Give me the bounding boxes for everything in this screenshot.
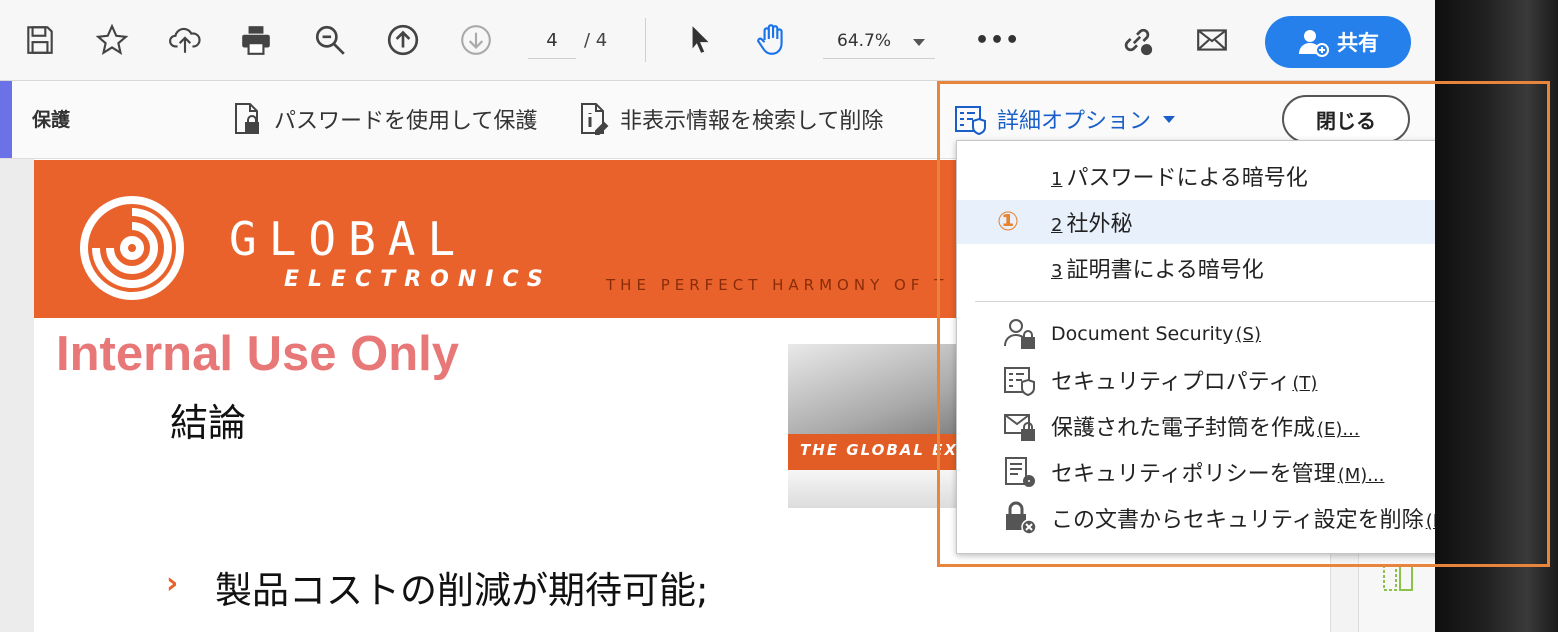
policy-manage-icon [1001,453,1039,491]
toolbar-divider [645,18,646,62]
more-options-label: 詳細オプション [997,109,1152,134]
tool-accent-bar [0,81,12,158]
menu-accel: 2 [1051,215,1063,236]
save-icon[interactable] [20,20,60,60]
password-protect-label: パスワードを使用して保護 [274,109,538,134]
zoom-out-icon[interactable] [310,20,350,60]
menu-item-label: セキュリティポリシーを管理 [1051,462,1336,487]
password-protect-button[interactable]: パスワードを使用して保護 [230,99,537,139]
photo-lower [788,470,968,508]
menu-item-confidential[interactable]: ① 2 社外秘 [957,200,1435,244]
photo-caption: THE GLOBAL EX [800,441,958,459]
document-lock-icon [235,103,259,134]
menu-item-manage-policies[interactable]: セキュリティポリシーを管理 (M)... [957,450,1435,494]
menu-item-label: Document Security [1051,323,1234,345]
menu-item-security-properties[interactable]: セキュリティプロパティ (T) [957,358,1435,402]
more-tools-button[interactable]: ••• [975,24,1020,58]
share-button[interactable]: 共有 [1265,16,1411,68]
menu-accel: (R) [1425,511,1435,532]
menu-item-secure-envelope[interactable]: 保護された電子封筒を作成 (E)... [957,404,1435,448]
security-options-icon [955,106,986,136]
page-down-icon[interactable] [456,20,496,60]
redact-hidden-info-label: 非表示情報を検索して削除 [620,109,884,134]
redact-hidden-info-button[interactable]: 非表示情報を検索して削除 [576,99,883,139]
step-marker: ① [997,207,1020,237]
cloud-upload-icon[interactable] [165,20,205,60]
menu-accel: 1 [1051,169,1063,190]
organize-pages-icon[interactable] [1380,560,1416,596]
menu-item-label: セキュリティプロパティ [1051,370,1291,395]
hand-tool-icon[interactable] [752,20,792,60]
secure-envelope-icon [1001,407,1039,445]
bullet-arrow-icon: › [166,566,179,601]
globe-logo-icon [80,196,184,300]
zoom-select[interactable]: 64.7% [823,24,935,59]
security-properties-icon [1001,361,1039,399]
menu-item-label: パスワードによる暗号化 [1066,166,1308,191]
share-label: 共有 [1337,31,1379,55]
add-user-icon [1299,30,1329,57]
bookmark-star-icon[interactable] [92,20,132,60]
user-lock-icon [1001,315,1039,353]
print-icon[interactable] [236,20,276,60]
acrobat-window: 4 / 4 64.7% ••• 共有 保護 パスワードを使用して保護 非表示情報… [0,0,1435,632]
page-total: / 4 [584,30,608,51]
chevron-down-icon [1163,115,1176,123]
email-icon[interactable] [1192,20,1232,60]
menu-item-password-encrypt[interactable]: 1 パスワードによる暗号化 [957,154,1435,198]
menu-item-remove-security[interactable]: この文書からセキュリティ設定を削除(R) [957,496,1435,540]
page-number-input[interactable]: 4 [528,24,576,59]
menu-divider [975,301,1435,302]
select-cursor-icon[interactable] [680,20,720,60]
more-options-menu: 1 パスワードによる暗号化 ① 2 社外秘 3 証明書による暗号化 Document … [956,140,1435,554]
menu-item-document-security[interactable]: Document Security (S) [957,312,1435,356]
brand-tagline: THE PERFECT HARMONY OF T [606,276,949,294]
internal-use-label: Internal Use Only [56,327,460,381]
brand-name: GLOBAL [229,212,468,266]
slide-heading: 結論 [170,401,247,445]
chevron-down-icon [913,39,925,46]
menu-item-label: 保護された電子封筒を作成 [1051,416,1316,441]
brand-subname: ELECTRONICS [284,267,552,292]
document-info-icon [581,103,609,135]
protect-title: 保護 [32,109,71,131]
menu-accel: 3 [1051,261,1063,282]
menu-accel: (M)... [1337,465,1385,486]
link-icon[interactable] [1117,20,1157,60]
menu-accel: (T) [1292,373,1318,394]
page-up-icon[interactable] [383,20,423,60]
background-window-edge [1435,0,1558,632]
main-toolbar: 4 / 4 64.7% ••• 共有 [0,0,1435,81]
menu-item-certificate-encrypt[interactable]: 3 証明書による暗号化 [957,246,1435,290]
remove-security-icon [1001,499,1039,537]
more-options-dropdown[interactable]: 詳細オプション [953,99,1176,139]
close-tool-button[interactable]: 閉じる [1282,95,1410,143]
product-photo: THE GLOBAL EX [788,344,968,508]
menu-item-label: この文書からセキュリティ設定を削除 [1051,508,1424,533]
menu-accel: (S) [1235,324,1261,345]
bullet-text: 製品コストの削減が期待可能; [215,569,709,612]
zoom-value: 64.7% [837,31,892,51]
menu-item-label: 社外秘 [1066,212,1133,237]
menu-accel: (E)... [1317,419,1360,440]
menu-item-label: 証明書による暗号化 [1066,258,1264,283]
